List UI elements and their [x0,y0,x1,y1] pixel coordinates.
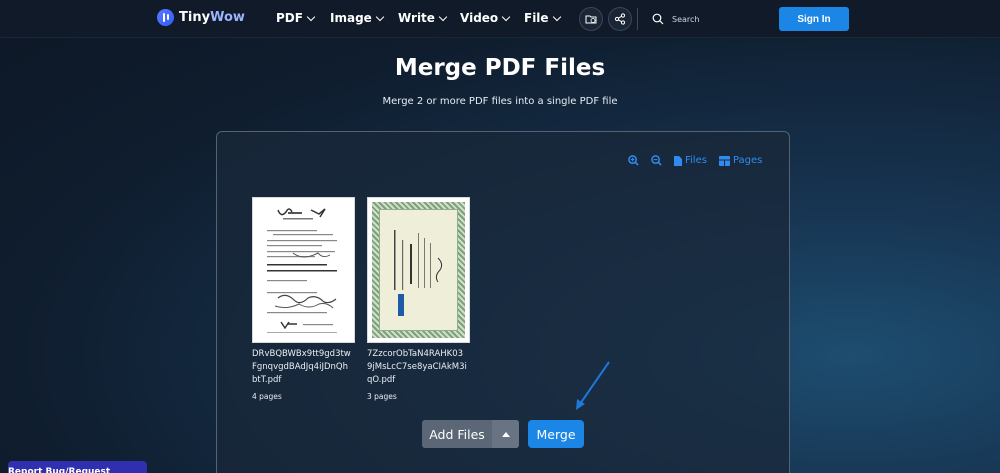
add-files-dropdown-toggle[interactable] [492,420,519,448]
pages-view-label: Pages [732,155,763,166]
page-title: Merge PDF Files [394,55,606,81]
share-icon [614,13,626,25]
view-toolbar: Files Pages [628,155,762,166]
nav-video-label: Video [460,11,499,25]
nav-pdf[interactable]: PDF [276,11,316,25]
nav-write[interactable]: Write [398,11,448,25]
zoom-out-icon [651,155,662,166]
nav-write-label: Write [398,11,435,25]
add-files-button[interactable]: Add Files [422,420,519,448]
logo[interactable]: TinyWow [157,9,245,26]
pages-icon [718,155,730,166]
pdf-thumbnail [367,197,470,343]
nav-video[interactable]: Video [460,11,511,25]
report-bug-button[interactable]: Report Bug/Request Feature [8,461,147,473]
chevron-down-icon [438,12,448,21]
chevron-down-icon [306,12,316,21]
header-divider [637,8,638,30]
folder-clock-icon [585,15,597,24]
nav-pdf-label: PDF [276,11,303,25]
search-input[interactable]: Search [646,7,772,31]
nav-file-label: File [524,11,549,25]
caret-up-icon [501,431,510,437]
nav-file[interactable]: File [524,11,561,25]
logo-icon [157,9,174,26]
search-placeholder: Search [672,14,700,24]
file-name: DRvBQBWBx9tt9gd3twFgnqvgdBAdJq4iJDnQhbtT… [252,349,351,385]
logo-text: TinyWow [179,10,245,25]
file-icon [674,155,682,166]
file-card-2[interactable]: 7ZzcorObTaN4RAHK039jMsLcC7se8yaCIAkM3iqO… [367,197,472,401]
certificate-body [379,209,458,331]
pages-view-button[interactable]: Pages [718,155,763,166]
page-subtitle: Merge 2 or more PDF files into a single … [382,96,618,107]
file-page-count: 3 pages [367,392,397,401]
files-view-button[interactable]: Files [674,155,707,166]
add-files-label: Add Files [429,426,485,442]
chevron-down-icon [501,12,511,21]
zoom-out-button[interactable] [651,155,662,166]
chevron-down-icon [375,12,385,21]
file-card-1[interactable]: DRvBQBWBx9tt9gd3twFgnqvgdBAdJq4iJDnQhbtT… [252,197,357,401]
document-preview-icon [267,208,337,333]
pdf-thumbnail [252,197,355,343]
sign-in-button[interactable]: Sign In [779,7,849,31]
top-header: TinyWow PDF Image Write Video File Searc… [0,0,1000,38]
share-button[interactable] [608,7,632,31]
nav-image-label: Image [330,11,372,25]
file-page-count: 4 pages [252,392,282,401]
my-files-button[interactable] [579,7,603,31]
search-icon [652,13,664,25]
certificate-preview-icon [394,230,443,316]
zoom-in-button[interactable] [628,155,639,166]
chevron-down-icon [552,12,561,21]
zoom-in-icon [628,155,639,166]
nav-image[interactable]: Image [330,11,385,25]
merge-button[interactable]: Merge [528,420,584,448]
files-view-label: Files [685,155,707,166]
file-name: 7ZzcorObTaN4RAHK039jMsLcC7se8yaCIAkM3iqO… [367,349,467,385]
